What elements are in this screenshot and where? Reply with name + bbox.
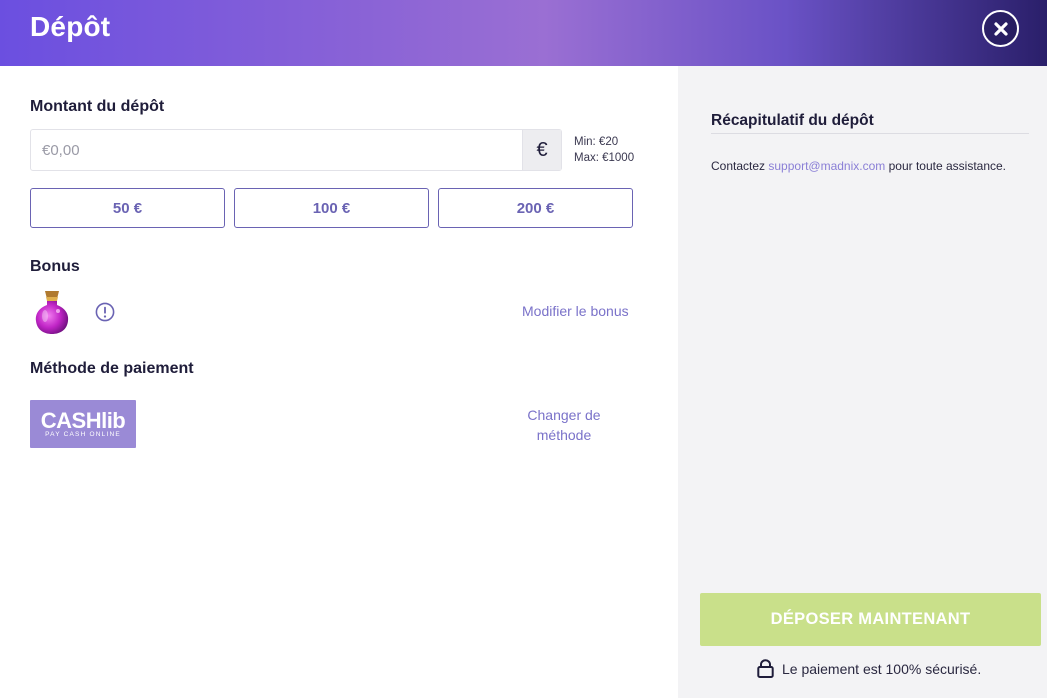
preset-amount-100-button[interactable]: 100 € — [234, 188, 429, 228]
info-icon[interactable] — [95, 302, 115, 322]
payment-method-section-label: Méthode de paiement — [30, 360, 194, 377]
modal-title: Dépôt — [30, 11, 111, 42]
summary-title: Récapitulatif du dépôt — [711, 112, 874, 129]
summary-divider — [711, 133, 1029, 134]
bonus-section-label: Bonus — [30, 258, 80, 275]
amount-field: € — [30, 129, 562, 171]
close-icon — [993, 21, 1008, 36]
secure-payment-note: Le paiement est 100% sécurisé. — [757, 659, 981, 678]
amount-limits: Min: €20 Max: €1000 — [574, 134, 634, 166]
amount-min: Min: €20 — [574, 136, 619, 148]
amount-section-label: Montant du dépôt — [30, 98, 165, 115]
amount-input[interactable] — [31, 130, 522, 170]
cashlib-payment-method[interactable]: CASHlib PAY CASH ONLINE — [30, 400, 136, 448]
change-method-line-2: méthode — [536, 427, 592, 443]
change-payment-method-link[interactable]: Changer de méthode — [510, 405, 618, 445]
preset-amount-200-button[interactable]: 200 € — [438, 188, 633, 228]
preset-amount-50-button[interactable]: 50 € — [30, 188, 225, 228]
lock-icon — [757, 659, 774, 678]
deposit-now-button[interactable]: DÉPOSER MAINTENANT — [700, 593, 1041, 646]
support-email-link[interactable]: support@madnix.com — [768, 159, 885, 173]
potion-bottle-icon[interactable] — [34, 290, 70, 335]
close-button[interactable] — [982, 10, 1019, 47]
secure-payment-text: Le paiement est 100% sécurisé. — [782, 660, 982, 677]
edit-bonus-link[interactable]: Modifier le bonus — [522, 303, 629, 319]
modal-header: Dépôt — [0, 0, 1047, 66]
amount-max: Max: €1000 — [574, 152, 635, 164]
change-method-line-1: Changer de — [527, 407, 601, 423]
contact-prefix: Contactez — [711, 159, 769, 173]
contact-suffix: pour toute assistance. — [885, 159, 1007, 173]
currency-symbol: € — [522, 130, 561, 170]
support-contact-text: Contactez support@madnix.com pour toute … — [711, 159, 1006, 173]
cashlib-logo-subtext: PAY CASH ONLINE — [45, 431, 121, 438]
